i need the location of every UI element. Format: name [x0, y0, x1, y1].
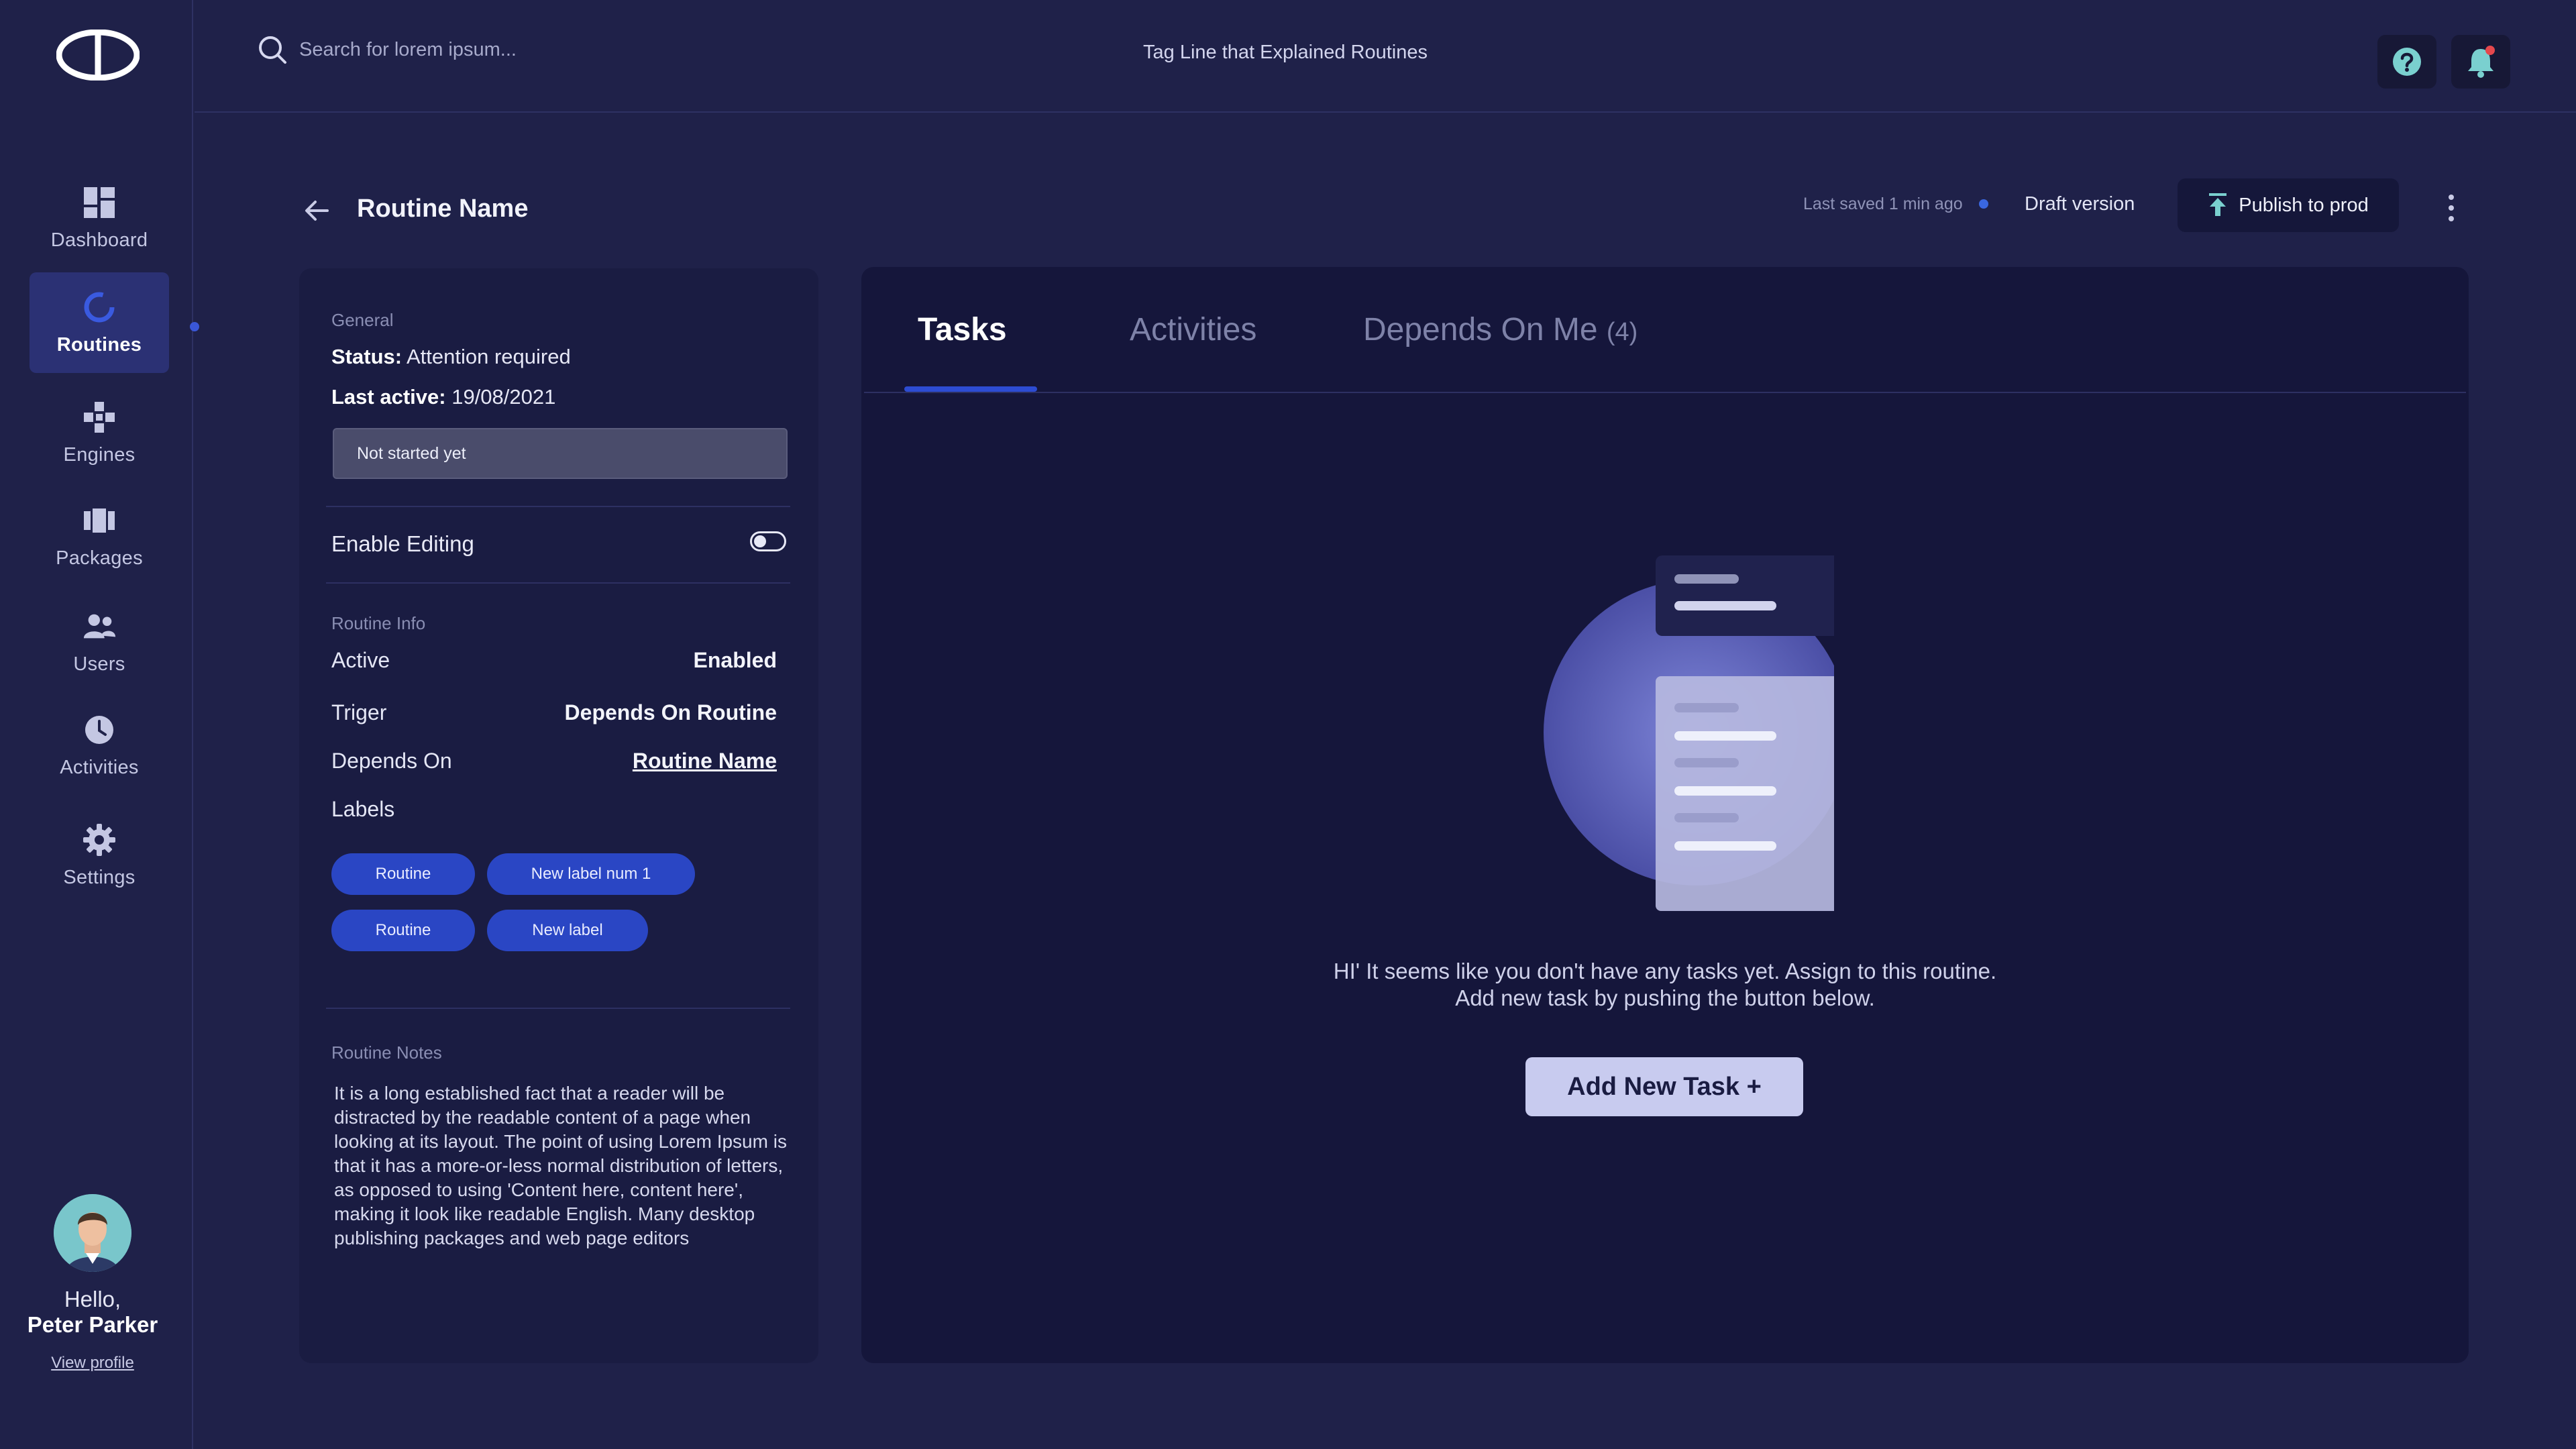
- notifications-button[interactable]: [2451, 35, 2510, 89]
- sidebar-item-settings[interactable]: Settings: [30, 805, 169, 906]
- empty-state-message: HI' It seems like you don't have any tas…: [861, 958, 2469, 1012]
- empty-state-line-2: Add new task by pushing the button below…: [1455, 985, 1875, 1010]
- last-active-line: Last active: 19/08/2021: [331, 385, 555, 409]
- more-options-icon[interactable]: [2439, 192, 2463, 224]
- sidebar-item-routines[interactable]: Routines: [30, 272, 169, 373]
- active-label: Active: [331, 648, 390, 672]
- engine-icon: [82, 400, 117, 435]
- sidebar-item-label: Activities: [60, 756, 139, 778]
- upload-icon: [2209, 193, 2227, 216]
- help-icon: [2393, 48, 2421, 76]
- sidebar-item-activities[interactable]: Activities: [30, 695, 169, 796]
- bell-icon: [2468, 46, 2495, 78]
- tab-tasks[interactable]: Tasks: [918, 311, 1007, 348]
- routine-info-label: Routine Info: [331, 613, 426, 633]
- sidebar-item-label: Settings: [63, 866, 136, 888]
- avatar[interactable]: [54, 1194, 131, 1272]
- label-chip[interactable]: New label num 1: [487, 853, 695, 895]
- sidebar-item-users[interactable]: Users: [30, 592, 169, 692]
- tabs-divider: [864, 392, 2466, 393]
- label-chip[interactable]: Routine: [331, 853, 475, 895]
- status-select[interactable]: Not started yet: [333, 428, 788, 479]
- package-icon: [82, 503, 117, 538]
- active-value: Enabled: [693, 648, 777, 672]
- label-chip[interactable]: New label: [487, 910, 648, 951]
- general-section-label: General: [331, 310, 394, 330]
- clock-icon: [82, 712, 117, 747]
- sidebar-item-dashboard[interactable]: Dashboard: [30, 168, 169, 268]
- enable-editing-label: Enable Editing: [331, 531, 474, 556]
- divider: [326, 582, 790, 584]
- depends-on-link[interactable]: Routine Name: [633, 749, 777, 773]
- back-arrow-icon[interactable]: [303, 199, 330, 223]
- status-line: Status: Attention required: [331, 345, 571, 369]
- version-label: Draft version: [2025, 193, 2135, 215]
- empty-tasks-illustration: [1544, 555, 1834, 911]
- toggle-knob: [754, 535, 766, 547]
- tab-activities[interactable]: Activities: [1130, 311, 1256, 348]
- sidebar-item-label: Packages: [56, 547, 143, 569]
- search-input[interactable]: [299, 38, 702, 61]
- status-value: Attention required: [406, 345, 571, 368]
- active-tab-indicator: [904, 386, 1037, 392]
- tab-depends-on-me[interactable]: Depends On Me (4): [1363, 311, 1638, 348]
- grid-icon: [82, 185, 117, 220]
- page-title: Routine Name: [357, 195, 529, 223]
- label-chip[interactable]: Routine: [331, 910, 475, 951]
- greeting: Hello,: [64, 1287, 121, 1311]
- users-icon: [82, 609, 117, 644]
- tasks-panel: Tasks Activities Depends On Me (4) HI' I…: [861, 267, 2469, 1363]
- add-new-task-button[interactable]: Add New Task +: [1525, 1057, 1803, 1116]
- user-profile: Hello, Peter Parker View profile: [0, 1194, 185, 1373]
- last-active-value: 19/08/2021: [451, 385, 556, 409]
- sidebar-item-label: Routines: [56, 333, 142, 356]
- user-name: Peter Parker: [27, 1312, 158, 1337]
- search-bar[interactable]: [258, 35, 702, 64]
- publish-button[interactable]: Publish to prod: [2178, 178, 2399, 232]
- status-key: Status:: [331, 345, 402, 368]
- view-profile-link[interactable]: View profile: [51, 1354, 134, 1373]
- labels-title: Labels: [331, 797, 395, 821]
- last-saved-text: Last saved 1 min ago: [1803, 195, 1963, 213]
- search-icon: [259, 36, 286, 64]
- trigger-value: Depends On Routine: [564, 700, 777, 724]
- sidebar-item-label: Dashboard: [50, 229, 148, 251]
- sidebar-item-label: Engines: [63, 443, 136, 466]
- app-logo[interactable]: [56, 30, 140, 80]
- empty-state-line-1: HI' It seems like you don't have any tas…: [1333, 959, 1997, 983]
- routine-info-card: General Status: Attention required Last …: [299, 268, 818, 1363]
- tab-count-badge: (4): [1606, 318, 1638, 346]
- tagline: Tag Line that Explained Routines: [1143, 42, 1428, 63]
- sidebar-item-label: Users: [73, 653, 125, 675]
- active-indicator: [190, 322, 199, 331]
- divider: [326, 506, 790, 507]
- enable-editing-toggle[interactable]: [750, 531, 786, 551]
- tab-label: Depends On Me: [1363, 312, 1598, 347]
- publish-button-label: Publish to prod: [2239, 194, 2369, 216]
- help-button[interactable]: [2377, 35, 2436, 89]
- sidebar-item-engines[interactable]: Engines: [30, 382, 169, 483]
- gear-icon: [82, 822, 117, 857]
- sidebar-item-packages[interactable]: Packages: [30, 486, 169, 586]
- last-active-key: Last active:: [331, 385, 446, 409]
- refresh-ring-icon: [82, 290, 117, 325]
- routine-notes-text: It is a long established fact that a rea…: [334, 1083, 787, 1248]
- top-bar: Tag Line that Explained Routines: [195, 0, 2576, 113]
- trigger-label: Triger: [331, 700, 387, 724]
- save-status-dot: [1979, 199, 1988, 209]
- sidebar: Dashboard Routines Engines Packages User…: [0, 0, 199, 1449]
- routine-notes-label: Routine Notes: [331, 1042, 442, 1063]
- depends-on-label: Depends On: [331, 749, 452, 773]
- divider: [326, 1008, 790, 1009]
